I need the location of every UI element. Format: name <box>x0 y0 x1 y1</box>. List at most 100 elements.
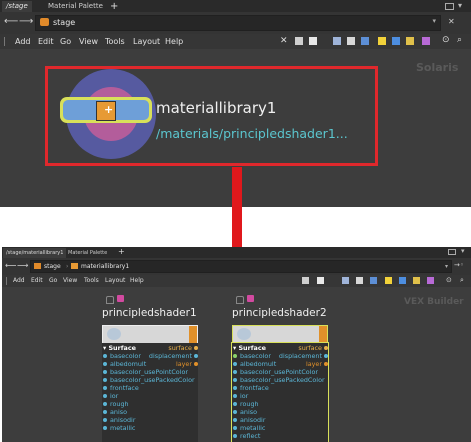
input-param[interactable]: metallic <box>233 424 325 432</box>
output-flag[interactable] <box>189 326 197 343</box>
flag-icon[interactable] <box>392 37 400 45</box>
maximize-icon[interactable] <box>448 249 456 255</box>
input-param[interactable]: rough <box>103 400 195 408</box>
output-port[interactable] <box>194 346 198 350</box>
forward-arrow-icon[interactable]: ⟶ <box>17 261 28 270</box>
input-param[interactable]: frontface <box>103 384 195 392</box>
menu-tools[interactable]: Tools <box>84 275 99 287</box>
input-param[interactable]: metallic <box>103 424 195 432</box>
info-icon[interactable]: ⊙ <box>442 35 450 45</box>
page-icon[interactable] <box>309 37 317 45</box>
menu-tools[interactable]: Tools <box>105 34 125 49</box>
shader-ball-icon <box>237 328 251 340</box>
layout-icon[interactable] <box>295 37 303 45</box>
menu-edit[interactable]: Edit <box>38 34 54 49</box>
forward-arrow-icon[interactable]: ⟶ <box>19 16 33 27</box>
input-label: basecolor <box>110 352 141 360</box>
path-field[interactable]: stage ▾ <box>35 15 441 31</box>
path-dropdown-icon[interactable]: ▾ <box>445 261 448 272</box>
lock-icon[interactable] <box>236 296 244 304</box>
input-param[interactable]: basecolor_usePointColor <box>103 368 195 376</box>
bottom-network-panel: /stage/materiallibrary1 Material Palette… <box>2 247 471 442</box>
path-segment-stage[interactable]: stage <box>53 17 75 28</box>
pin-icon[interactable]: ✕ <box>448 17 455 26</box>
input-param[interactable]: albedomult <box>103 360 195 368</box>
page-icon[interactable] <box>317 277 324 284</box>
add-tab-button[interactable]: + <box>106 1 122 12</box>
shader1-output-surface[interactable]: surface <box>168 344 192 352</box>
path-separator-icon: › <box>66 263 69 270</box>
input-param[interactable]: albedomult <box>233 360 325 368</box>
menu-layout[interactable]: Layout <box>133 34 160 49</box>
vex-network-canvas[interactable]: VEX Builder principledshader1 ▾ Surface … <box>2 287 471 442</box>
network-view-icon[interactable] <box>370 277 377 284</box>
input-param[interactable]: reflect <box>233 432 325 440</box>
menu-view[interactable]: View <box>63 275 77 287</box>
list-icon[interactable] <box>347 37 355 45</box>
input-param[interactable]: ior <box>103 392 195 400</box>
maximize-icon[interactable] <box>445 3 454 10</box>
input-param[interactable]: ior <box>233 392 325 400</box>
input-param[interactable]: basecolor_usePointColor <box>233 368 325 376</box>
lock-icon[interactable] <box>106 296 114 304</box>
tools-icon[interactable]: ✕ <box>280 36 288 46</box>
input-param[interactable]: anisodir <box>233 416 325 424</box>
tab-stage[interactable]: /stage <box>2 1 32 12</box>
pane-menu-icon[interactable]: ▾ <box>461 247 465 255</box>
menu-help[interactable]: Help <box>130 275 144 287</box>
add-tab-button[interactable]: + <box>118 247 125 256</box>
path-segment-stage[interactable]: stage <box>44 261 61 272</box>
menu-go[interactable]: Go <box>60 34 71 49</box>
flag-icon[interactable] <box>399 277 406 284</box>
path-dropdown-icon[interactable]: ▾ <box>432 17 436 25</box>
search-icon[interactable]: ⌕ <box>460 276 464 285</box>
search-icon[interactable]: ⌕ <box>457 35 462 45</box>
input-param[interactable]: basecolor_usePackedColor <box>103 376 195 384</box>
path-segment-materiallibrary[interactable]: materiallibrary1 <box>81 261 129 272</box>
pane-menu-icon[interactable]: ▾ <box>458 1 462 10</box>
input-param[interactable]: basecolor <box>103 352 195 360</box>
back-arrow-icon[interactable]: ⟵ <box>5 261 16 270</box>
menu-help[interactable]: Help <box>165 34 183 49</box>
info-icon[interactable]: ⊙ <box>446 276 452 284</box>
pin-icon[interactable]: →◦ <box>454 261 464 269</box>
input-param[interactable]: basecolor <box>233 352 325 360</box>
menu-layout[interactable]: Layout <box>105 275 125 287</box>
sticky-note-icon[interactable] <box>378 37 386 45</box>
menu-go[interactable]: Go <box>49 275 57 287</box>
input-param[interactable]: aniso <box>233 408 325 416</box>
output-port[interactable] <box>324 346 328 350</box>
input-param[interactable]: anisodir <box>103 416 195 424</box>
grid-icon[interactable] <box>342 277 349 284</box>
input-param[interactable]: aniso <box>103 408 195 416</box>
menu-view[interactable]: View <box>79 34 98 49</box>
tab-materiallibrary[interactable]: /stage/materiallibrary1 <box>3 248 67 258</box>
shader2-output-surface[interactable]: surface <box>298 344 322 352</box>
sticky-note-icon[interactable] <box>385 277 392 284</box>
list-icon[interactable] <box>356 277 363 284</box>
network-view-icon[interactable] <box>361 37 369 45</box>
input-label: ior <box>110 392 119 400</box>
input-param[interactable]: frontface <box>233 384 325 392</box>
back-arrow-icon[interactable]: ⟵ <box>4 16 18 27</box>
tab-material-palette[interactable]: Material Palette <box>44 1 107 12</box>
bookmark-icon[interactable] <box>413 277 420 284</box>
output-flag[interactable] <box>319 326 327 343</box>
shader1-node[interactable] <box>102 325 198 344</box>
path-field[interactable]: stage › materiallibrary1 ▾ <box>30 260 452 273</box>
input-param[interactable]: basecolor_usePackedColor <box>233 376 325 384</box>
bookmark-icon[interactable] <box>406 37 414 45</box>
palette-icon[interactable] <box>427 277 434 284</box>
palette-icon[interactable] <box>422 37 430 45</box>
input-label: basecolor_usePackedColor <box>110 376 195 384</box>
menu-add[interactable]: Add <box>13 275 25 287</box>
shader1-output-header: ▾ Surface <box>103 344 136 352</box>
grid-icon[interactable] <box>333 37 341 45</box>
input-param[interactable]: rough <box>233 400 325 408</box>
tools-icon[interactable] <box>302 277 309 284</box>
materiallibrary-node[interactable]: + <box>63 100 149 121</box>
top-menu-bar: Add Edit Go View Tools Layout Help ✕ ⊙ ⌕ <box>0 34 471 49</box>
tab-material-palette[interactable]: Material Palette <box>68 248 107 258</box>
menu-edit[interactable]: Edit <box>31 275 43 287</box>
menu-add[interactable]: Add <box>15 34 31 49</box>
